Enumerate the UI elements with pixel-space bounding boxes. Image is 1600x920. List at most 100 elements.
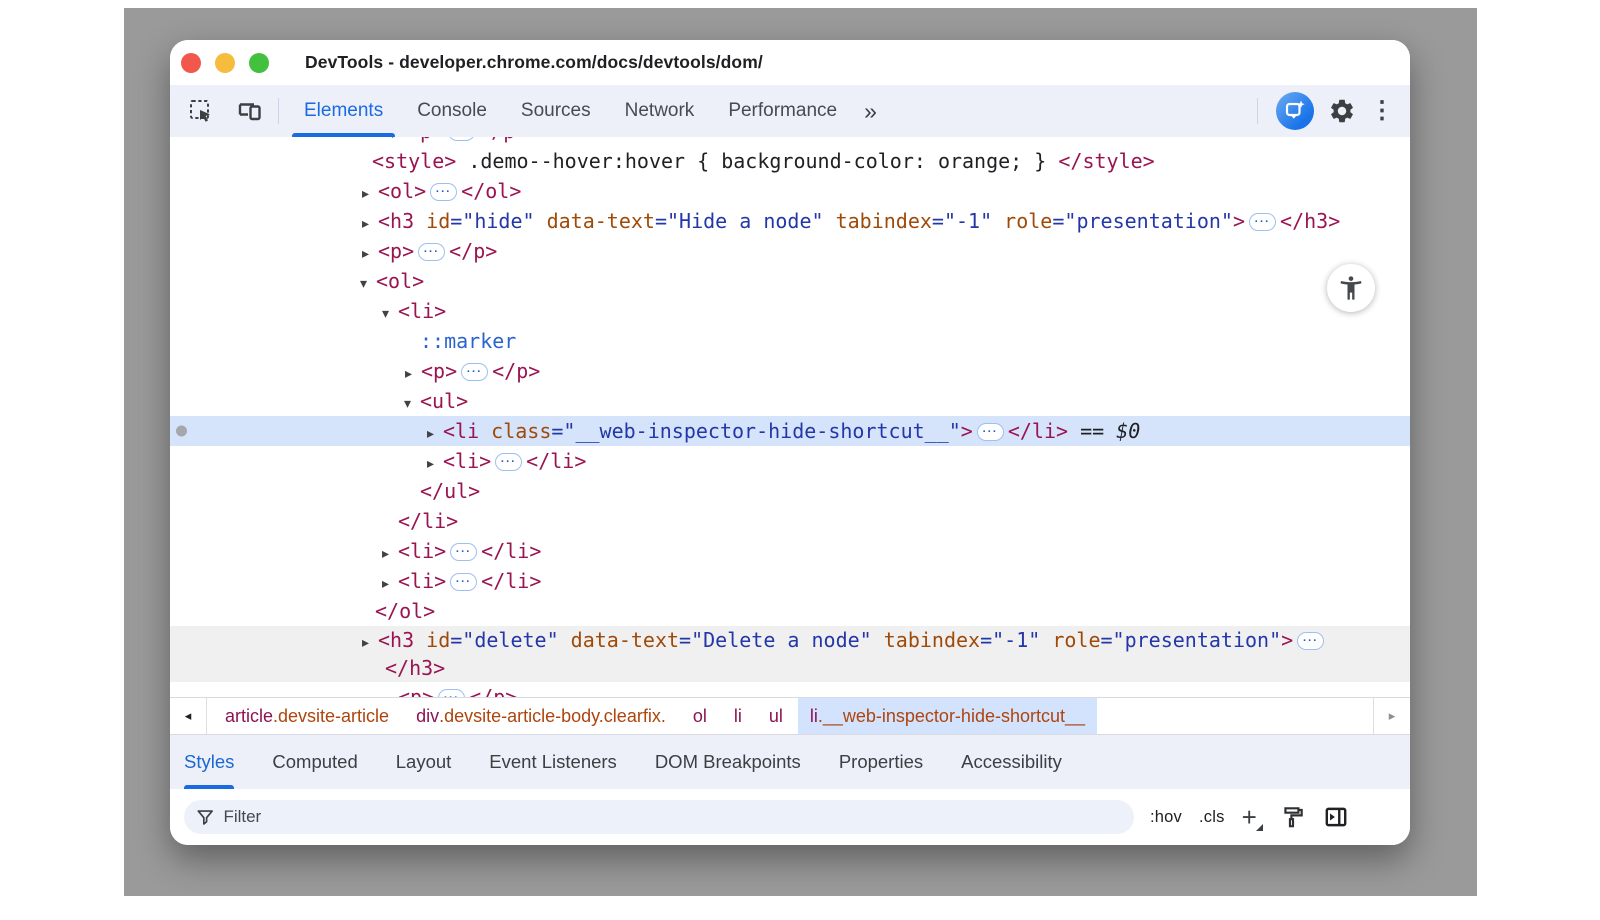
minimize-button[interactable] bbox=[215, 53, 235, 73]
dom-tree-row[interactable]: ▸<li>···</li> bbox=[170, 566, 1410, 596]
dom-tag-text: <p> bbox=[421, 359, 457, 383]
new-style-rule-dropdown-icon bbox=[1256, 824, 1263, 831]
dom-attr-text: tabindex bbox=[872, 628, 980, 652]
breadcrumb: article.devsite-article div.devsite-artic… bbox=[225, 698, 1097, 734]
expand-triangle-icon[interactable]: ▸ bbox=[405, 358, 421, 388]
tab-console[interactable]: Console bbox=[400, 85, 504, 137]
sidebar-tab-computed[interactable]: Computed bbox=[272, 735, 357, 789]
breadcrumb-item[interactable]: div.devsite-article-body.clearfix. bbox=[416, 698, 666, 734]
device-toolbar-icon[interactable] bbox=[236, 98, 264, 124]
dom-tree-row[interactable]: <style> .demo--hover:hover { background-… bbox=[170, 146, 1410, 176]
accessibility-overlay-button[interactable] bbox=[1327, 264, 1375, 312]
dom-tree-row[interactable]: ▾<li> bbox=[170, 296, 1410, 326]
dom-tag-text: <p> bbox=[408, 137, 444, 143]
panel-tabs: ElementsConsoleSourcesNetworkPerformance bbox=[287, 85, 854, 137]
sidebar-tab-styles[interactable]: Styles bbox=[184, 735, 234, 789]
dom-tree-row[interactable]: ▾<ul> bbox=[170, 386, 1410, 416]
sidebar-tab-properties[interactable]: Properties bbox=[839, 735, 923, 789]
dom-tree-row[interactable]: </ol> bbox=[170, 596, 1410, 626]
expand-triangle-icon[interactable]: ▸ bbox=[362, 628, 378, 656]
sidebar-tab-event-listeners[interactable]: Event Listeners bbox=[489, 735, 617, 789]
dom-tree-row[interactable]: ▸<p>···</p> bbox=[170, 137, 1410, 146]
sidebar-toggle-icon[interactable] bbox=[1323, 804, 1349, 830]
element-classes-button[interactable]: .cls bbox=[1199, 808, 1225, 827]
dom-tree-row[interactable]: ▸<h3 id="hide" data-text="Hide a node" t… bbox=[170, 206, 1410, 236]
filter-input[interactable] bbox=[223, 807, 1122, 827]
tab-network[interactable]: Network bbox=[608, 85, 712, 137]
dom-tree: ▸<p>···</p> <style> .demo--hover:hover { … bbox=[170, 137, 1410, 697]
dom-tag-text: <ol> bbox=[378, 179, 426, 203]
breadcrumb-class-text: .__web-inspector-hide-shortcut__ bbox=[818, 706, 1085, 727]
dom-tree-row[interactable]: </ul> bbox=[170, 476, 1410, 506]
more-content-badge[interactable]: ··· bbox=[450, 573, 477, 591]
dom-tree-row[interactable]: ▸<li>···</li> bbox=[170, 536, 1410, 566]
collapse-triangle-icon[interactable]: ▾ bbox=[360, 268, 376, 298]
expand-triangle-icon[interactable]: ▸ bbox=[382, 568, 398, 598]
dom-tag-text: <li> bbox=[398, 299, 446, 323]
breadcrumb-item[interactable]: ol bbox=[693, 698, 707, 734]
tab-elements[interactable]: Elements bbox=[287, 85, 400, 137]
dom-tree-row[interactable]: ▸<ol>···</ol> bbox=[170, 176, 1410, 206]
inspect-element-icon[interactable] bbox=[188, 98, 214, 124]
dom-tree-row[interactable]: </h3> bbox=[170, 654, 1410, 682]
dom-tree-row[interactable]: ▸<p>···</p> bbox=[170, 682, 1410, 697]
close-button[interactable] bbox=[181, 53, 201, 73]
sidebar-tab-dom-breakpoints[interactable]: DOM Breakpoints bbox=[655, 735, 801, 789]
expand-triangle-icon[interactable]: ▸ bbox=[362, 208, 378, 238]
dom-tree-row[interactable]: ▸<p>···</p> bbox=[170, 356, 1410, 386]
dom-tree-row[interactable]: ::marker bbox=[170, 326, 1410, 356]
rendering-emulation-icon[interactable] bbox=[1280, 804, 1306, 830]
dom-tree-row[interactable]: ▸<p>···</p> bbox=[170, 236, 1410, 266]
more-content-badge[interactable]: ··· bbox=[461, 363, 488, 381]
tab-sources[interactable]: Sources bbox=[504, 85, 608, 137]
collapse-triangle-icon[interactable]: ▾ bbox=[404, 388, 420, 418]
dom-val-text: ="-1" bbox=[932, 209, 992, 233]
dom-tag-text: <p> bbox=[378, 239, 414, 263]
dom-tree-row[interactable]: </li> bbox=[170, 506, 1410, 536]
tab-performance[interactable]: Performance bbox=[711, 85, 854, 137]
more-content-badge[interactable]: ··· bbox=[418, 243, 445, 261]
breadcrumb-item[interactable]: article.devsite-article bbox=[225, 698, 389, 734]
more-content-badge[interactable]: ··· bbox=[430, 183, 457, 201]
dom-attr-text: role bbox=[1040, 628, 1100, 652]
dom-tree-row[interactable]: ▾<ol> bbox=[170, 266, 1410, 296]
collapse-triangle-icon[interactable]: ▾ bbox=[382, 298, 398, 328]
filter-field[interactable] bbox=[184, 800, 1134, 834]
toolbar-right-divider bbox=[1257, 98, 1258, 124]
ai-assistance-icon[interactable] bbox=[1276, 92, 1314, 130]
breadcrumb-scroll-left-button[interactable]: ◂ bbox=[170, 698, 207, 734]
toggle-element-state-button[interactable]: :hov bbox=[1150, 808, 1182, 827]
breadcrumb-scroll-right-button[interactable]: ▸ bbox=[1373, 698, 1410, 734]
expand-triangle-icon[interactable]: ▸ bbox=[382, 684, 398, 697]
expand-triangle-icon[interactable]: ▸ bbox=[427, 418, 443, 448]
sidebar-tab-accessibility[interactable]: Accessibility bbox=[961, 735, 1062, 789]
dom-tree-panel: ▸<p>···</p> <style> .demo--hover:hover { … bbox=[170, 137, 1410, 697]
dom-eq-text: == bbox=[1068, 419, 1116, 443]
dom-tag-text: </ol> bbox=[375, 599, 435, 623]
breadcrumb-item[interactable]: li bbox=[734, 698, 742, 734]
expand-triangle-icon[interactable]: ▸ bbox=[362, 178, 378, 208]
overflow-menu-icon[interactable]: ⋮ bbox=[1370, 99, 1394, 123]
dom-tree-row[interactable]: ▸<li class="__web-inspector-hide-shortcu… bbox=[170, 416, 1410, 446]
breadcrumb-item[interactable]: ul bbox=[769, 698, 783, 734]
new-style-rule-button[interactable]: + bbox=[1242, 804, 1263, 830]
more-tabs-button[interactable]: » bbox=[854, 85, 887, 137]
more-content-badge[interactable]: ··· bbox=[977, 423, 1004, 441]
more-content-badge[interactable]: ··· bbox=[495, 453, 522, 471]
zoom-button[interactable] bbox=[249, 53, 269, 73]
sidebar-tab-layout[interactable]: Layout bbox=[396, 735, 452, 789]
more-content-badge[interactable]: ··· bbox=[450, 543, 477, 561]
more-content-badge[interactable]: ··· bbox=[448, 137, 475, 141]
dom-tag-text: <h3 bbox=[378, 209, 414, 233]
expand-triangle-icon[interactable]: ▸ bbox=[427, 448, 443, 478]
expand-triangle-icon[interactable]: ▸ bbox=[382, 538, 398, 568]
dom-tag-text: <h3 bbox=[378, 628, 414, 652]
more-content-badge[interactable]: ··· bbox=[1297, 632, 1324, 650]
more-content-badge[interactable]: ··· bbox=[438, 689, 465, 697]
breadcrumb-item[interactable]: li.__web-inspector-hide-shortcut__ bbox=[798, 698, 1097, 734]
dom-tree-row[interactable]: ▸<h3 id="delete" data-text="Delete a nod… bbox=[170, 626, 1410, 654]
dom-tree-row[interactable]: ▸<li>···</li> bbox=[170, 446, 1410, 476]
expand-triangle-icon[interactable]: ▸ bbox=[362, 238, 378, 268]
settings-gear-icon[interactable] bbox=[1328, 97, 1356, 125]
more-content-badge[interactable]: ··· bbox=[1249, 213, 1276, 231]
